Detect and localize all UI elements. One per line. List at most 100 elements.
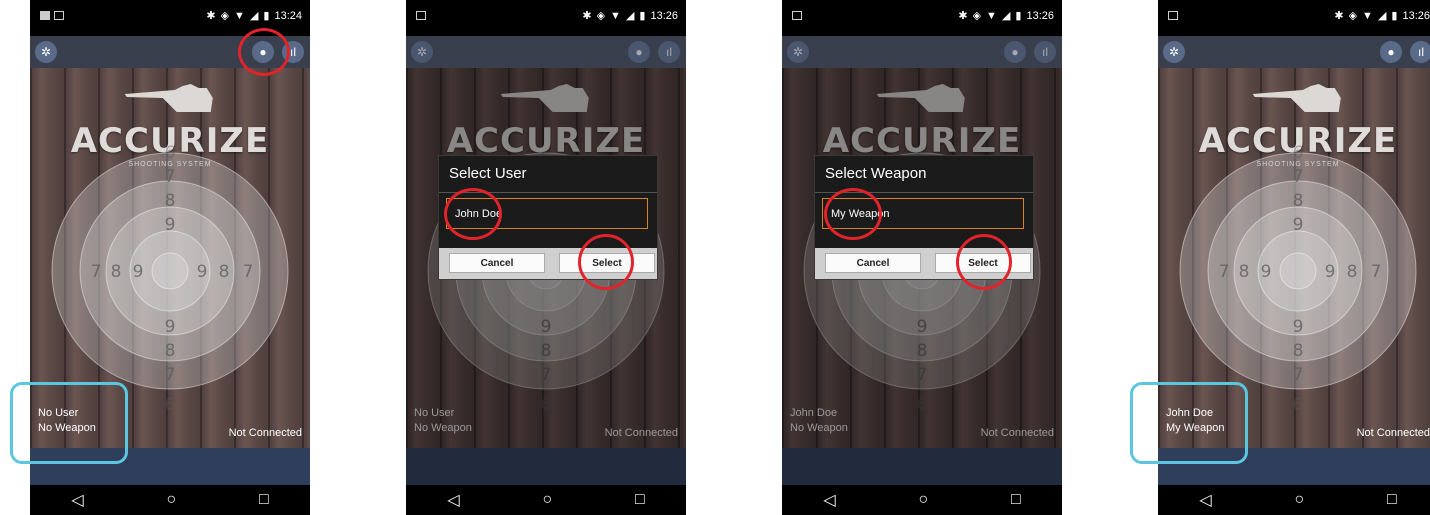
home-circle-icon[interactable]: ○ [1294,491,1304,509]
shooter-logo-icon [1252,84,1341,112]
back-triangle-icon[interactable]: ◁ [71,490,83,510]
svg-text:7: 7 [541,365,552,385]
vibrate-icon: ◈ [972,10,982,22]
svg-text:7: 7 [243,262,254,282]
svg-text:8: 8 [541,341,552,361]
user-button[interactable]: ● [628,41,650,63]
status-bar: ✱ ◈ ▼ ◢ ▮ 13:26 [406,0,686,36]
recents-square-icon[interactable]: □ [259,491,269,509]
wifi-icon: ▼ [1362,10,1373,22]
highlight-user-button [238,28,290,76]
settings-button[interactable]: ✲ [787,41,809,63]
svg-text:9: 9 [165,215,176,235]
gear-icon: ✲ [416,45,428,59]
wifi-icon: ▼ [986,10,997,22]
bottom-bar [406,448,686,485]
shooter-logo-icon [500,84,589,112]
shooter-logo-icon [876,84,965,112]
highlight-user-weapon-status [1130,382,1248,464]
app-toolbar: ✲ ● ıl [406,36,686,68]
dialog-title: Select Weapon [825,165,927,182]
highlight-user-weapon-status [10,382,128,464]
svg-text:7: 7 [165,365,176,385]
cancel-button[interactable]: Cancel [825,253,921,273]
svg-text:9: 9 [197,262,208,282]
bar-chart-icon: ıl [1042,45,1048,59]
android-navbar: ◁ ○ □ [1158,485,1430,515]
app-toolbar: ✲ ● ıl [782,36,1062,68]
status-bar: ✱ ◈ ▼ ◢ ▮ 13:26 [782,0,1062,36]
svg-text:6: 6 [1293,395,1304,415]
back-triangle-icon[interactable]: ◁ [823,490,835,510]
home-circle-icon[interactable]: ○ [918,491,928,509]
settings-button[interactable]: ✲ [411,41,433,63]
recents-square-icon[interactable]: □ [1387,491,1397,509]
signal-icon: ◢ [625,10,635,22]
screenshot-icon [792,11,802,20]
settings-button[interactable]: ✲ [1163,41,1185,63]
wifi-icon: ▼ [234,10,245,22]
phone-screen-select-user: ✱ ◈ ▼ ◢ ▮ 13:26 ✲ ● ıl ACCURIZE SHOOTING… [406,0,686,515]
current-user-label: John Doe [790,407,838,419]
svg-text:9: 9 [541,317,552,337]
vibrate-icon: ◈ [1348,10,1358,22]
svg-text:9: 9 [1325,262,1336,282]
shooter-logo-icon [124,84,213,112]
user-icon: ● [1387,45,1395,59]
android-navbar: ◁ ○ □ [406,485,686,515]
connection-status: Not Connected [228,427,302,439]
gear-icon: ✲ [792,45,804,59]
home-circle-icon[interactable]: ○ [542,491,552,509]
bluetooth-icon: ✱ [958,10,968,22]
svg-text:7: 7 [917,365,928,385]
svg-text:6: 6 [165,143,176,163]
user-button[interactable]: ● [1004,41,1026,63]
bar-chart-icon: ıl [290,45,296,59]
cancel-button[interactable]: Cancel [449,253,545,273]
svg-text:8: 8 [1293,191,1304,211]
bar-chart-icon: ıl [666,45,672,59]
svg-text:9: 9 [133,262,144,282]
svg-text:7: 7 [165,167,176,187]
stats-button[interactable]: ıl [1410,41,1430,63]
user-icon: ● [1011,45,1019,59]
svg-text:7: 7 [91,262,102,282]
current-user-label: No User [414,407,455,419]
vibrate-icon: ◈ [220,10,230,22]
status-time: 13:26 [1402,10,1430,22]
svg-text:9: 9 [1293,215,1304,235]
recents-square-icon[interactable]: □ [1011,491,1021,509]
stats-button[interactable]: ıl [1034,41,1056,63]
dialog-title: Select User [449,165,527,182]
svg-text:8: 8 [917,341,928,361]
current-weapon-label: No Weapon [790,422,848,434]
home-circle-icon[interactable]: ○ [166,491,176,509]
highlight-my-weapon-option [824,188,882,240]
svg-text:8: 8 [165,341,176,361]
stats-button[interactable]: ıl [658,41,680,63]
notification-icon [40,11,50,20]
svg-text:6: 6 [165,395,176,415]
connection-status: Not Connected [604,427,678,439]
gear-icon: ✲ [1168,45,1180,59]
svg-text:9: 9 [1261,262,1272,282]
battery-icon: ▮ [1391,10,1398,22]
screenshot-icon [416,11,426,20]
status-time: 13:26 [1026,10,1054,22]
wifi-icon: ▼ [610,10,621,22]
connection-status: Not Connected [980,427,1054,439]
svg-text:8: 8 [165,191,176,211]
bluetooth-icon: ✱ [582,10,592,22]
back-triangle-icon[interactable]: ◁ [447,490,459,510]
svg-text:6: 6 [1293,143,1304,163]
android-navbar: ◁ ○ □ [30,485,310,515]
bluetooth-icon: ✱ [1334,10,1344,22]
svg-text:9: 9 [1293,317,1304,337]
settings-button[interactable]: ✲ [35,41,57,63]
svg-text:6: 6 [541,395,552,415]
back-triangle-icon[interactable]: ◁ [1199,490,1211,510]
gear-icon: ✲ [40,45,52,59]
current-weapon-label: No Weapon [414,422,472,434]
user-button[interactable]: ● [1380,41,1402,63]
recents-square-icon[interactable]: □ [635,491,645,509]
